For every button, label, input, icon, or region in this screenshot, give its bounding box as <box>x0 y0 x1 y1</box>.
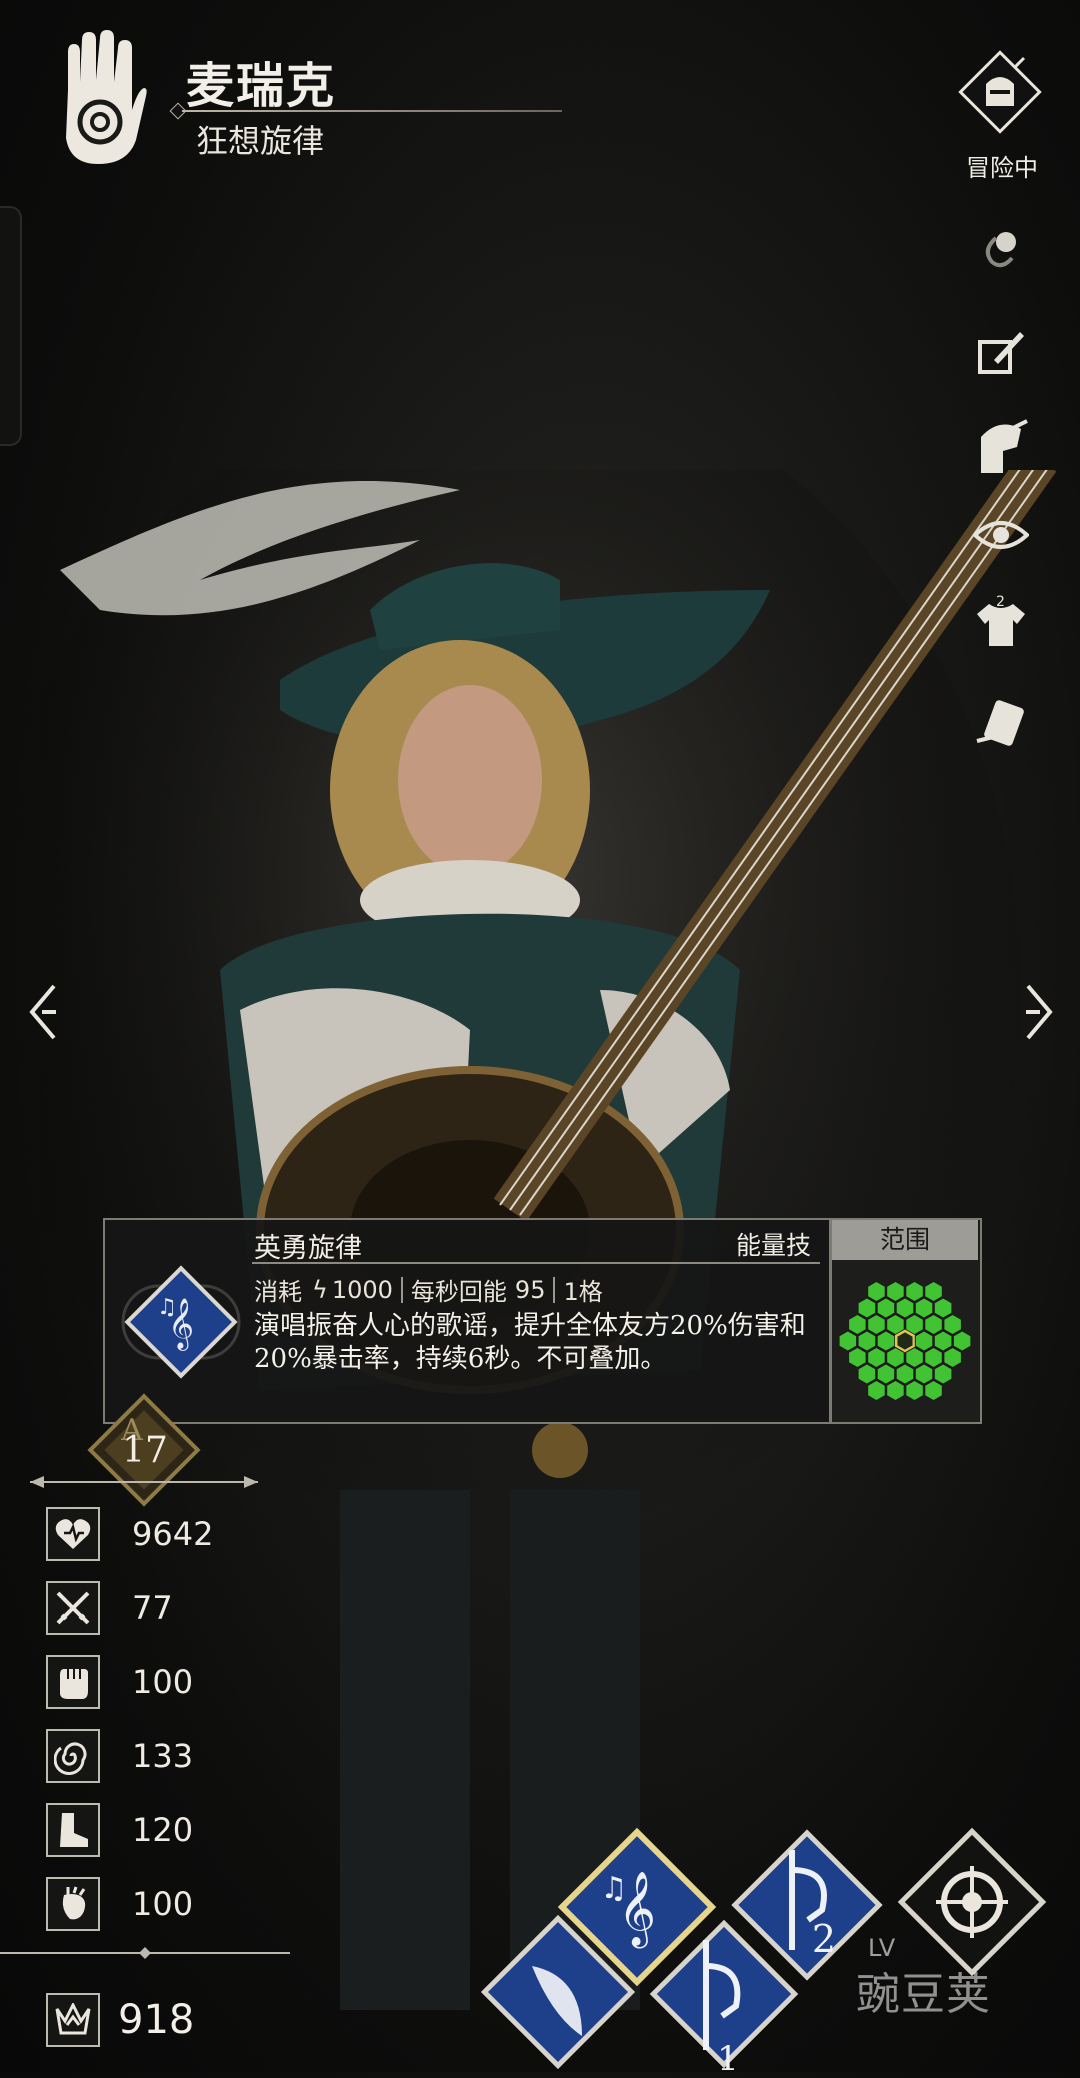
crown-icon <box>46 1993 100 2047</box>
swords-icon <box>46 1581 100 1635</box>
heart-icon <box>46 1507 100 1561</box>
range-hex-cell <box>914 1363 934 1385</box>
outfit-icon[interactable]: 2 <box>966 590 1036 660</box>
outfit-badge: 2 <box>996 594 1005 610</box>
range-hex-cell <box>838 1330 858 1352</box>
name-underline <box>182 110 562 112</box>
skill-type: 能量技 <box>736 1231 812 1260</box>
helmet-icon[interactable] <box>966 412 1036 482</box>
separator <box>400 1276 403 1303</box>
range-hex-center <box>894 1329 916 1353</box>
range-hex-cell <box>924 1346 943 1369</box>
range-hex-cell <box>867 1313 886 1336</box>
skill-stats-row: 消耗 ϟ 1000 每秒回能 95 1格 <box>254 1272 603 1307</box>
range-hex-cell <box>876 1363 896 1385</box>
range-hex-cell <box>857 1330 877 1352</box>
range-hex-cell <box>886 1280 905 1303</box>
range-hex-cell <box>933 1297 953 1319</box>
range-hex-cell <box>924 1280 943 1303</box>
hero-name: 麦瑞克 <box>186 58 337 114</box>
music-note-icon: 𝄞 ♫ <box>121 1265 241 1379</box>
swirl-icon <box>46 1729 100 1783</box>
skill-slot-feather[interactable] <box>472 1906 644 2078</box>
range-hex-cell <box>933 1330 953 1352</box>
range-hex-cell <box>886 1379 905 1402</box>
hand-emblem-icon <box>66 30 147 164</box>
skill-slot-level: 2 <box>812 1917 836 1961</box>
boot-icon <box>46 1803 100 1857</box>
range-hex-cell <box>867 1280 886 1303</box>
skill-cost-value: 1000 <box>331 1275 393 1304</box>
range-hex-cell <box>933 1363 953 1385</box>
skill-cost-label: 消耗 <box>254 1278 302 1306</box>
range-hex-cell <box>876 1297 896 1319</box>
energy-icon: ϟ <box>312 1275 328 1304</box>
range-hex-cell <box>905 1379 924 1402</box>
range-hex-cell <box>943 1313 962 1336</box>
skill-header-divider <box>252 1262 820 1264</box>
hero-title: 狂想旋律 <box>196 122 325 160</box>
previous-hero-arrow-icon[interactable] <box>24 982 64 1042</box>
range-hex-cell <box>848 1313 867 1336</box>
ornament-divider <box>0 1947 290 1959</box>
stat-row-spirit: 133 <box>46 1726 306 1786</box>
range-hex-cell <box>867 1346 886 1369</box>
fist-icon <box>46 1655 100 1709</box>
eye-icon[interactable] <box>966 500 1036 570</box>
range-hex-cell <box>914 1330 934 1352</box>
stat-value: 100 <box>132 1663 194 1701</box>
skill-regen-label: 每秒回能 <box>410 1278 507 1306</box>
side-handle[interactable] <box>0 206 22 446</box>
range-hex-cell <box>924 1313 943 1336</box>
skill-slot-sword-1[interactable]: 1 <box>640 1910 808 2078</box>
skill-description: 演唱振奋人心的歌谣，提升全体友方20%伤害和20%暴击率，持续6秒。不可叠加。 <box>254 1311 806 1374</box>
range-hex-cell <box>857 1297 877 1319</box>
range-hex-grid <box>838 1280 972 1402</box>
stat-value: 77 <box>132 1589 173 1627</box>
stat-value: 9642 <box>132 1515 214 1553</box>
stat-row-speed: 120 <box>46 1800 306 1860</box>
range-hex-cell <box>895 1363 915 1385</box>
stat-value: 120 <box>132 1811 194 1849</box>
range-hex-cell <box>914 1297 934 1319</box>
combat-power-row: 918 <box>46 1990 194 2050</box>
range-title: 范围 <box>832 1220 978 1260</box>
range-hex-cell <box>895 1297 915 1319</box>
range-hex-cell <box>876 1330 896 1352</box>
range-hex-cell <box>857 1363 877 1385</box>
next-hero-arrow-icon[interactable] <box>1018 982 1058 1042</box>
separator <box>553 1276 556 1303</box>
anatomical-heart-icon <box>46 1877 100 1931</box>
adventure-status-label: 冒险中 <box>966 154 1038 182</box>
skill-regen-value: 95 <box>514 1275 546 1304</box>
adventure-status-icon[interactable] <box>956 48 1044 136</box>
ornament-divider <box>30 1476 258 1488</box>
skill-cells: 1格 <box>563 1278 603 1306</box>
edit-icon[interactable] <box>966 318 1036 388</box>
stat-row-attack: 77 <box>46 1578 306 1638</box>
range-hex-cell <box>905 1280 924 1303</box>
stat-value: 100 <box>132 1885 194 1923</box>
range-hex-cell <box>943 1346 962 1369</box>
link-icon[interactable] <box>966 214 1036 284</box>
range-hex-cell <box>905 1346 924 1369</box>
range-hex-cell <box>924 1379 943 1402</box>
stat-value: 133 <box>132 1737 194 1775</box>
range-hex-cell <box>867 1379 886 1402</box>
skill-slot-level: 1 <box>717 2039 739 2078</box>
watermark: 豌豆荚 <box>856 1969 991 2020</box>
combat-power-value: 918 <box>118 1997 195 2043</box>
svg-text:♫: ♫ <box>601 1871 628 1906</box>
range-hex-cell <box>848 1346 867 1369</box>
svg-text:♫: ♫ <box>157 1295 177 1320</box>
level-value: 17 <box>122 1430 168 1471</box>
stat-row-vitality: 100 <box>46 1874 306 1934</box>
range-hex-cell <box>886 1346 905 1369</box>
stat-row-strength: 100 <box>46 1652 306 1712</box>
skill-name: 英勇旋律 <box>254 1233 362 1264</box>
card-icon[interactable] <box>966 690 1036 760</box>
stat-row-health: 9642 <box>46 1504 306 1564</box>
range-hex-cell <box>952 1330 972 1352</box>
